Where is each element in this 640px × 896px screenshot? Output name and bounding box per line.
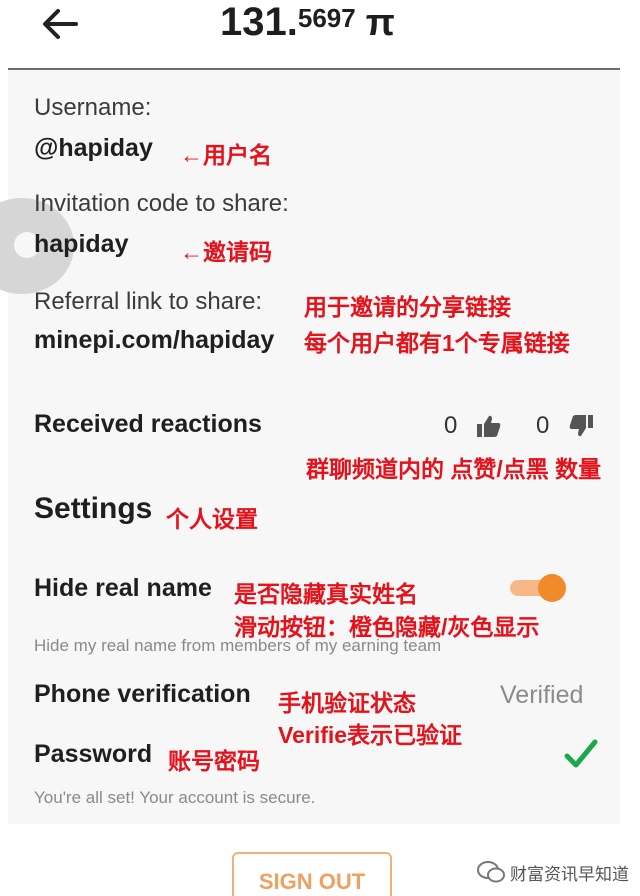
watermark: 财富资讯早知道	[476, 856, 636, 888]
username-label: Username:	[34, 94, 152, 121]
dislikes-count: 0	[536, 412, 550, 439]
annotation-reactions: 群聊频道内的 点赞/点黑 数量	[306, 456, 602, 482]
checkmark-icon	[564, 739, 598, 768]
phone-verification-label: Phone verification	[34, 680, 251, 708]
annotation-phone-1: 手机验证状态	[278, 690, 416, 716]
settings-heading: Settings	[34, 492, 153, 525]
hide-real-name-label: Hide real name	[34, 574, 212, 602]
pi-balance: 131.5697 π	[220, 0, 395, 45]
reactions-label: Received reactions	[34, 410, 262, 438]
toggle-knob	[538, 574, 566, 602]
phone-status: Verified	[500, 681, 584, 709]
wechat-icon	[477, 861, 505, 883]
referral-link[interactable]: minepi.com/hapiday	[34, 326, 274, 355]
watermark-text: 财富资讯早知道	[510, 865, 629, 884]
likes-count: 0	[444, 412, 458, 439]
annotation-settings: 个人设置	[166, 506, 258, 532]
annotation-referral-1: 用于邀请的分享链接	[304, 294, 511, 320]
annotation-phone-2: Verifie表示已验证	[278, 722, 463, 748]
pi-symbol: π	[365, 2, 395, 44]
back-arrow-icon[interactable]	[40, 6, 80, 42]
account-secure-message: You're all set! Your account is secure.	[34, 788, 316, 807]
thumbs-down-icon	[569, 415, 593, 437]
invite-label: Invitation code to share:	[34, 190, 289, 217]
annotation-invite: ←邀请码	[180, 239, 272, 265]
annotation-password: 账号密码	[168, 748, 260, 774]
hide-real-name-toggle[interactable]	[510, 574, 568, 602]
balance-decimals: 5697	[297, 3, 356, 33]
balance-integer: 131.	[220, 0, 298, 44]
referral-label: Referral link to share:	[34, 288, 263, 315]
sign-out-button[interactable]: SIGN OUT	[232, 852, 392, 896]
password-label[interactable]: Password	[34, 740, 152, 769]
hide-real-name-description: Hide my real name from members of my ear…	[34, 636, 442, 655]
profile-screen: 131.5697 π Username: @hapiday ←用户名 Invita…	[0, 0, 640, 896]
annotation-referral-2: 每个用户都有1个专属链接	[304, 330, 570, 356]
top-bar: 131.5697 π	[0, 0, 640, 64]
annotation-username: ←用户名	[180, 142, 272, 168]
annotation-hide-1: 是否隐藏真实姓名	[234, 581, 418, 607]
thumbs-up-icon	[477, 415, 501, 437]
username-value: @hapiday	[34, 134, 153, 162]
invite-code-value: hapiday	[34, 230, 129, 258]
